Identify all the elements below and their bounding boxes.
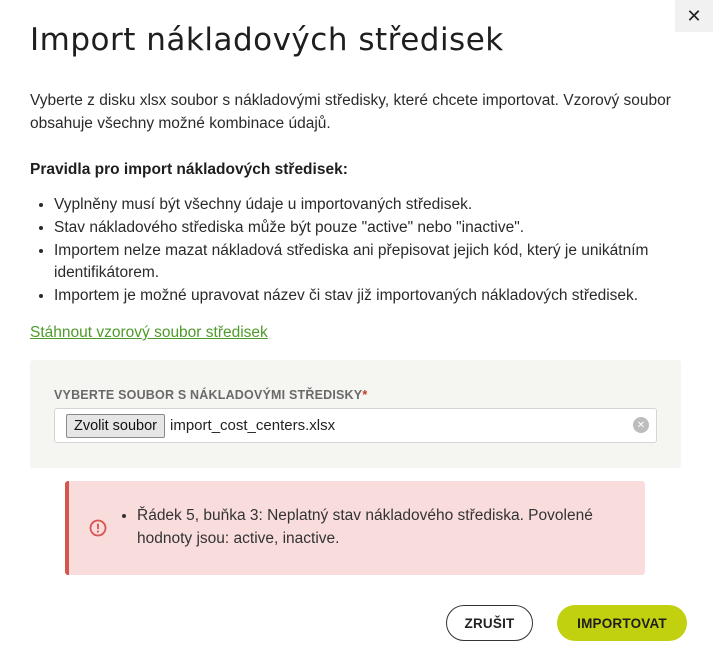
rules-heading: Pravidla pro import nákladových středise… (30, 161, 348, 178)
rules-list: Vyplněny musí být všechny údaje u import… (30, 194, 690, 308)
close-icon: ✕ (686, 5, 702, 27)
rule-item: Vyplněny musí být všechny údaje u import… (54, 194, 690, 217)
choose-file-button[interactable]: Zvolit soubor (66, 413, 166, 438)
file-field-label-text: VYBERTE SOUBOR S NÁKLADOVÝMI STŘEDISKY (54, 388, 363, 402)
clear-icon[interactable]: ✕ (633, 417, 649, 433)
error-list: Řádek 5, buňka 3: Neplatný stav nákladov… (113, 505, 623, 550)
required-mark: * (362, 388, 368, 402)
import-button[interactable]: IMPORTOVAT (557, 605, 687, 641)
rule-item: Stav nákladového střediska může být pouz… (54, 217, 690, 240)
upload-panel: VYBERTE SOUBOR S NÁKLADOVÝMI STŘEDISKY* … (30, 360, 681, 468)
rule-item: Importem nelze mazat nákladová střediska… (54, 240, 690, 286)
rule-item: Importem je možné upravovat název či sta… (54, 285, 690, 308)
error-circle-icon (89, 519, 107, 537)
dialog-title: Import nákladových středisek (30, 22, 504, 58)
download-template-link[interactable]: Stáhnout vzorový soubor středisek (30, 324, 268, 342)
selected-file-name: import_cost_centers.xlsx (170, 417, 336, 434)
file-input[interactable]: Zvolit soubor import_cost_centers.xlsx ✕ (54, 408, 657, 443)
error-alert: Řádek 5, buňka 3: Neplatný stav nákladov… (65, 481, 645, 575)
file-field-label: VYBERTE SOUBOR S NÁKLADOVÝMI STŘEDISKY* (54, 388, 367, 402)
close-button[interactable]: ✕ (675, 0, 713, 32)
intro-text: Vyberte z disku xlsx soubor s nákladovým… (30, 92, 671, 132)
error-message: Řádek 5, buňka 3: Neplatný stav nákladov… (137, 505, 623, 550)
cancel-button[interactable]: ZRUŠIT (446, 605, 533, 641)
import-dialog: ✕ Import nákladových středisek Vyberte z… (0, 0, 713, 656)
